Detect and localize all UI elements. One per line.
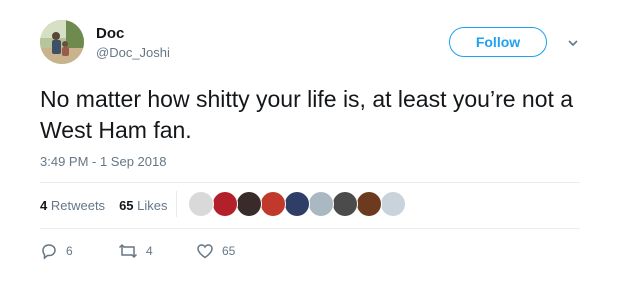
user-handle[interactable]: @Doc_Joshi xyxy=(96,45,170,60)
liker-avatar[interactable] xyxy=(356,191,382,217)
reply-action[interactable]: 6 xyxy=(40,242,73,260)
chevron-down-icon[interactable] xyxy=(567,36,579,48)
retweets-stat[interactable]: 4 Retweets xyxy=(40,198,105,213)
likes-label: Likes xyxy=(137,198,168,213)
tweet-timestamp[interactable]: 3:49 PM - 1 Sep 2018 xyxy=(40,154,166,169)
liker-avatar[interactable] xyxy=(260,191,286,217)
user-name[interactable]: Doc xyxy=(96,25,124,42)
divider xyxy=(40,228,580,229)
retweet-count: 4 xyxy=(146,244,153,258)
likers-avatars xyxy=(188,191,406,217)
stats-divider xyxy=(176,191,177,217)
tweet-text: No matter how shitty your life is, at le… xyxy=(40,86,574,143)
heart-icon xyxy=(197,244,213,259)
retweets-label: Retweets xyxy=(50,198,106,213)
reply-count: 6 xyxy=(66,244,73,258)
like-action[interactable]: 65 xyxy=(196,242,235,260)
liker-avatar[interactable] xyxy=(236,191,262,217)
retweet-action[interactable]: 4 xyxy=(118,242,153,260)
liker-avatar[interactable] xyxy=(284,191,310,217)
liker-avatar[interactable] xyxy=(212,191,238,217)
follow-button[interactable]: Follow xyxy=(449,27,547,57)
like-count: 65 xyxy=(222,244,236,258)
liker-avatar[interactable] xyxy=(332,191,358,217)
avatar[interactable] xyxy=(40,20,84,64)
retweet-icon xyxy=(118,243,138,259)
liker-avatar[interactable] xyxy=(380,191,406,217)
profile-photo-icon xyxy=(40,20,84,64)
retweets-count: 4 xyxy=(40,198,48,213)
liker-avatar[interactable] xyxy=(308,191,334,217)
divider xyxy=(40,182,580,183)
likes-stat[interactable]: 65 Likes xyxy=(119,198,167,213)
reply-icon xyxy=(42,244,56,260)
tweet-stats: 4 Retweets 65 Likes xyxy=(40,198,168,213)
liker-avatar[interactable] xyxy=(188,191,214,217)
likes-count: 65 xyxy=(119,198,134,213)
